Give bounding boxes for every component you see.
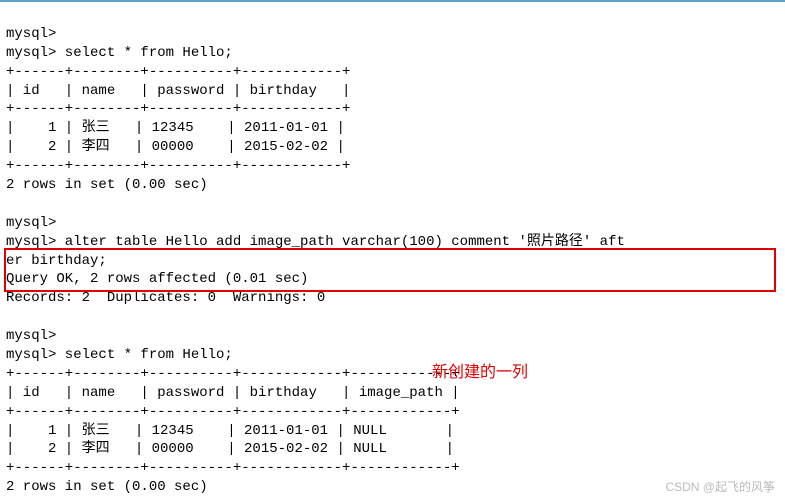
query-ok: Query OK, 2 rows affected (0.01 sec) xyxy=(6,271,308,287)
prompt-line: mysql> xyxy=(6,328,56,344)
query-line: mysql> select * from Hello; xyxy=(6,347,233,363)
table-border: +------+--------+----------+------------… xyxy=(6,158,350,174)
prompt-line: mysql> xyxy=(6,26,56,42)
prompt-line: mysql> xyxy=(6,215,56,231)
terminal-output[interactable]: mysql> mysql> select * from Hello; +----… xyxy=(0,0,785,501)
table-header: | id | name | password | birthday | imag… xyxy=(6,385,460,401)
table-row: | 2 | 李四 | 00000 | 2015-02-02 | NULL | xyxy=(6,441,454,457)
alter-statement-line2: er birthday; xyxy=(6,253,107,269)
records-line: Records: 2 Duplicates: 0 Warnings: 0 xyxy=(6,290,325,306)
table-row: | 1 | 张三 | 12345 | 2011-01-01 | xyxy=(6,120,345,136)
table-header: | id | name | password | birthday | xyxy=(6,83,350,99)
table-border: +------+--------+----------+------------… xyxy=(6,366,460,382)
result-status: 2 rows in set (0.00 sec) xyxy=(6,177,208,193)
table-row: | 2 | 李四 | 00000 | 2015-02-02 | xyxy=(6,139,345,155)
table-border: +------+--------+----------+------------… xyxy=(6,64,350,80)
query-line: mysql> select * from Hello; xyxy=(6,45,233,61)
table-row: | 1 | 张三 | 12345 | 2011-01-01 | NULL | xyxy=(6,423,454,439)
alter-statement-line1: mysql> alter table Hello add image_path … xyxy=(6,234,625,250)
table-border: +------+--------+----------+------------… xyxy=(6,404,460,420)
result-status: 2 rows in set (0.00 sec) xyxy=(6,479,208,495)
table-border: +------+--------+----------+------------… xyxy=(6,101,350,117)
table-border: +------+--------+----------+------------… xyxy=(6,460,460,476)
watermark-text: CSDN @起飞的风筝 xyxy=(665,478,775,495)
